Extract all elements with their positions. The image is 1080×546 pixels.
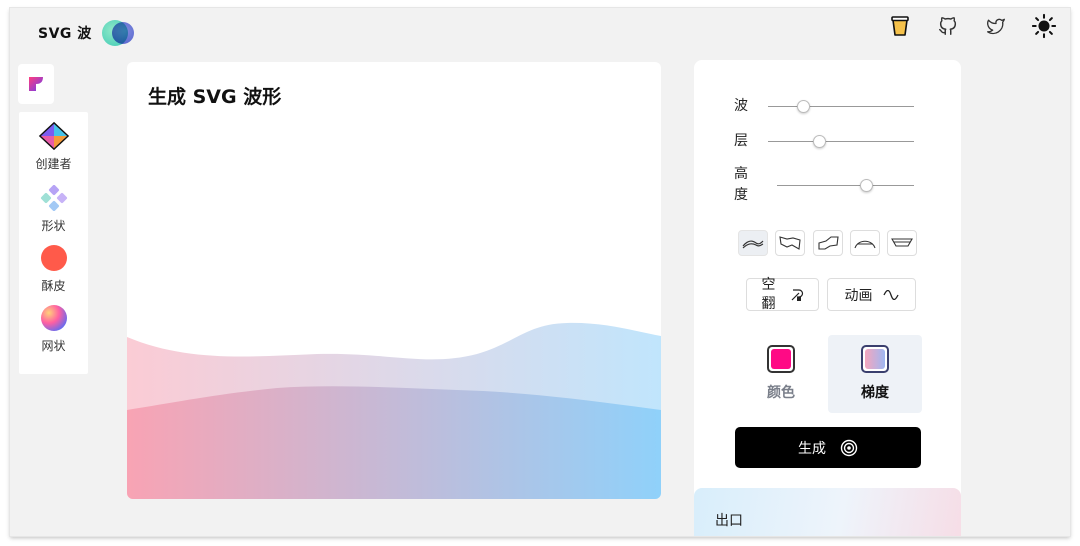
animate-toggle-button[interactable]: 动画 (827, 278, 916, 311)
twitter-icon[interactable] (984, 14, 1008, 38)
wave-peak-icon (854, 240, 876, 249)
header-actions (888, 13, 1056, 39)
generate-label: 生成 (798, 440, 826, 457)
wave-preview-svg (127, 322, 661, 499)
slider-height-thumb[interactable] (860, 179, 874, 192)
brand-title: SVG 波 (38, 26, 92, 42)
generate-button[interactable]: 生成 (735, 427, 921, 468)
wave-flat-icon (891, 238, 913, 247)
brand-logo-icon (101, 18, 136, 48)
slider-height[interactable]: 高度 (734, 164, 756, 206)
sidebar-logo-icon[interactable] (18, 64, 54, 104)
wave-shape-icon (742, 240, 764, 249)
wave-flat-button[interactable] (887, 230, 917, 256)
brand[interactable]: SVG 波 (38, 18, 136, 48)
control-panel: 波 层 高度 空翻 动画 颜色 梯度 生成 出口 (694, 60, 961, 536)
slider-layers-thumb[interactable] (813, 135, 827, 148)
sidebar-item-shapes[interactable]: 形状 (19, 182, 88, 234)
wave-step-button[interactable] (813, 230, 843, 256)
color-option-gradient[interactable]: 梯度 (828, 335, 922, 413)
blob-icon (38, 242, 70, 274)
animate-label: 动画 (844, 287, 873, 304)
color-option-label: 梯度 (861, 385, 889, 401)
wave-step-icon (818, 236, 839, 250)
slider-waves-thumb[interactable] (797, 100, 811, 113)
app-window: SVG 波 创建者 形状 酥皮 网状 生成 SVG 波形 波 层 高度 空翻 动… (10, 8, 1070, 536)
slider-height-track[interactable] (777, 185, 914, 186)
solid-color-swatch (767, 345, 795, 373)
color-option-solid[interactable]: 颜色 (734, 335, 828, 413)
shapes-icon (38, 182, 70, 214)
target-icon (840, 439, 858, 456)
sidebar-item-label: 形状 (41, 219, 66, 233)
slider-waves[interactable]: 波 (734, 96, 756, 117)
sidebar-item-label: 酥皮 (41, 279, 66, 293)
sidebar-item-label: 网状 (41, 339, 66, 353)
slider-waves-track[interactable] (768, 106, 914, 107)
slider-layers-track[interactable] (768, 141, 914, 142)
wave-preview-canvas: 生成 SVG 波形 (127, 62, 661, 499)
sidebar-item-blob[interactable]: 酥皮 (19, 242, 88, 294)
wave-peak-button[interactable] (850, 230, 880, 256)
slider-label: 层 (734, 133, 748, 149)
sidebar-item-creator[interactable]: 创建者 (19, 120, 88, 172)
sidebar-item-mesh[interactable]: 网状 (19, 302, 88, 354)
flip-icon (791, 288, 803, 301)
github-icon[interactable] (936, 14, 960, 38)
sine-wave-icon (882, 289, 899, 300)
invert-toggle-button[interactable]: 空翻 (746, 276, 819, 312)
sun-icon[interactable] (1032, 13, 1056, 39)
slider-layers[interactable]: 层 (734, 131, 756, 152)
invert-label: 空翻 (761, 276, 776, 312)
gradient-swatch (861, 345, 889, 373)
mesh-gradient-icon (38, 302, 70, 334)
creator-cube-icon (38, 120, 70, 152)
export-label: 出口 (715, 513, 743, 529)
slider-label: 高度 (734, 166, 748, 203)
color-option-label: 颜色 (767, 385, 795, 401)
coffee-cup-icon[interactable] (888, 14, 912, 38)
export-section[interactable]: 出口 (694, 488, 961, 536)
sidebar-item-label: 创建者 (35, 157, 72, 171)
wave-curve-button[interactable] (775, 230, 805, 256)
wave-curve-icon (779, 236, 801, 250)
wave-layer-front (127, 386, 661, 499)
wave-shape-button[interactable] (738, 230, 768, 256)
sidebar: 创建者 形状 酥皮 网状 (19, 112, 88, 374)
slider-label: 波 (734, 98, 748, 114)
